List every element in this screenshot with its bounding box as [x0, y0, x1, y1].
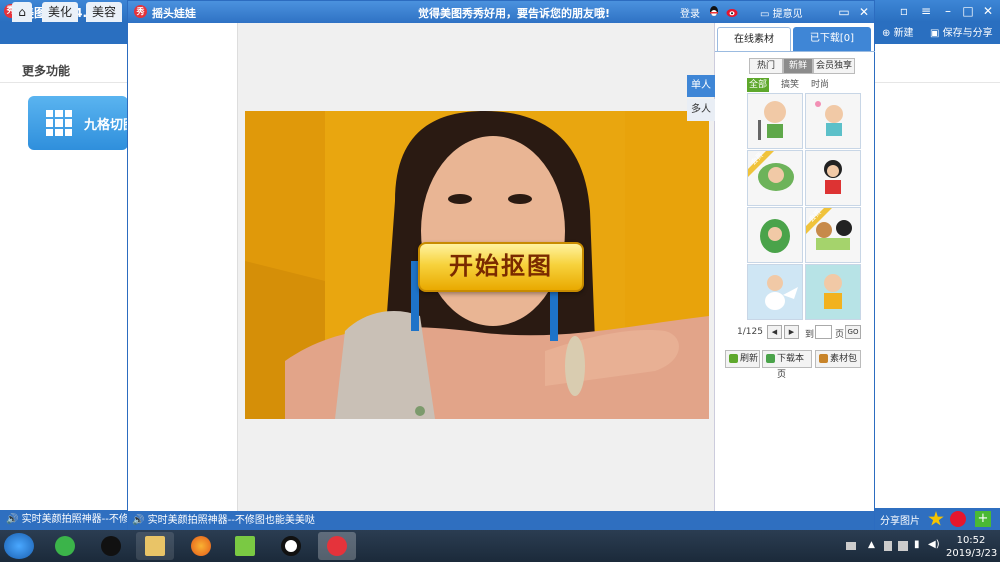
dialog-status-bar: 🔊 实时美颜拍照神器--不修图也能美美哒: [128, 511, 874, 531]
taskbar-app-360[interactable]: [46, 532, 84, 560]
dialog-minimize-icon[interactable]: ▭: [836, 4, 852, 20]
taskbar-app-meitu[interactable]: [318, 532, 356, 560]
minimize-icon[interactable]: –: [940, 3, 956, 19]
material-pack-button[interactable]: 素材包: [815, 350, 861, 368]
refresh-label: 刷新: [740, 354, 759, 364]
flag-icon[interactable]: [884, 541, 892, 551]
page-to-label: 到: [805, 330, 815, 340]
tab-face[interactable]: 美容: [86, 2, 122, 22]
taskbar-app-player[interactable]: [226, 532, 264, 560]
tab-downloaded[interactable]: 已下载[0]: [793, 27, 871, 51]
new-label: 新建: [893, 28, 914, 39]
material-thumb[interactable]: 会员: [805, 207, 861, 263]
folder-icon: [145, 536, 165, 556]
weibo-icon[interactable]: [726, 5, 739, 18]
taskbar-app-qq[interactable]: [92, 532, 130, 560]
network-icon[interactable]: ▮: [914, 539, 920, 550]
share-image-label[interactable]: 分享图片: [880, 512, 920, 527]
meitu-taskbar-icon: [327, 536, 347, 556]
close-icon[interactable]: ✕: [980, 3, 996, 19]
material-panel: 在线素材 已下载[0] 热门 新鲜 会员独享 全部 搞笑 时尚 单人 多人 会员: [687, 23, 875, 511]
subtab-all[interactable]: 全部: [747, 78, 770, 92]
monitor-icon[interactable]: [898, 541, 908, 551]
tab-online-materials[interactable]: 在线素材: [717, 27, 791, 51]
main-status-text: 实时美颜拍照神器--不修图: [21, 514, 130, 525]
material-grid: 会员 会员: [747, 93, 863, 321]
tray-clock[interactable]: 10:52 2019/3/23: [946, 534, 998, 560]
segment-member[interactable]: 会员独享: [813, 58, 855, 74]
material-thumb[interactable]: [805, 93, 861, 149]
dialog-close-icon[interactable]: ✕: [856, 4, 872, 20]
more-features-heading: 更多功能: [22, 64, 71, 78]
subtab-funny[interactable]: 搞笑: [781, 78, 799, 92]
add-icon[interactable]: +: [975, 511, 991, 527]
page-number-input[interactable]: [815, 325, 832, 339]
taskbar-app-firefox[interactable]: [182, 532, 220, 560]
material-thumb[interactable]: [747, 93, 803, 149]
material-pack-label: 素材包: [830, 354, 858, 364]
feedback-label: 提意见: [772, 9, 803, 20]
segment-new[interactable]: 新鲜: [783, 58, 813, 74]
tray-arrow-icon[interactable]: ▲: [868, 540, 875, 550]
material-thumb[interactable]: [805, 150, 861, 206]
dialog-title: 摇头娃娃: [152, 7, 196, 20]
qq-icon[interactable]: [708, 5, 720, 18]
package-icon: [819, 354, 828, 363]
panel-divider: [715, 51, 875, 52]
weibo-icon[interactable]: [950, 511, 966, 527]
material-thumb[interactable]: [747, 207, 803, 263]
shaking-doll-dialog: 秀 摇头娃娃 觉得美图秀秀好用，要告诉您的朋友哦! 登录 ▭ 提意见 ▭ ✕ 开…: [127, 0, 875, 531]
download-icon: [766, 354, 775, 363]
feedback-link[interactable]: ▭ 提意见: [760, 5, 803, 20]
taskbar-app-explorer[interactable]: [136, 532, 174, 560]
menu-icon[interactable]: ≡: [918, 3, 934, 19]
main-status-bar: 🔊 实时美颜拍照神器--不修图: [0, 510, 130, 530]
page-unit-label: 页: [835, 330, 845, 340]
save-share-button[interactable]: ▣ 保存与分享: [930, 24, 993, 39]
dialog-slogan: 觉得美图秀秀好用，要告诉您的朋友哦!: [418, 7, 611, 20]
record-icon: [281, 536, 301, 556]
dialog-left-pane: [128, 23, 238, 511]
volume-icon[interactable]: ◀): [928, 539, 940, 550]
dialog-logo-icon: 秀: [134, 5, 147, 18]
chat-icon[interactable]: ▫: [896, 3, 912, 19]
taskbar-app-recorder[interactable]: [272, 532, 310, 560]
player-icon: [235, 536, 255, 556]
dialog-status-text: 实时美颜拍照神器--不修图也能美美哒: [147, 515, 315, 526]
clock-time: 10:52: [956, 535, 986, 546]
refresh-icon: [729, 354, 738, 363]
new-button[interactable]: ⊕ 新建: [882, 24, 914, 39]
maximize-icon[interactable]: □: [960, 3, 976, 19]
next-page-button[interactable]: ▶: [784, 325, 799, 339]
go-button[interactable]: GO: [845, 325, 861, 339]
side-tab-single[interactable]: 单人: [687, 75, 715, 97]
grid-icon: [46, 110, 72, 136]
start-button[interactable]: [4, 533, 34, 559]
home-tab-icon[interactable]: ⌂: [12, 2, 32, 22]
firefox-icon: [191, 536, 211, 556]
360-icon: [55, 536, 75, 556]
material-thumb[interactable]: [747, 264, 803, 320]
material-thumb[interactable]: 会员: [747, 150, 803, 206]
start-cutout-button[interactable]: 开始抠图: [418, 242, 584, 292]
refresh-button[interactable]: 刷新: [725, 350, 760, 368]
login-link[interactable]: 登录: [680, 5, 700, 20]
download-page-label: 下载本页: [777, 354, 805, 380]
side-tab-multi[interactable]: 多人: [687, 99, 715, 121]
material-thumb[interactable]: [805, 264, 861, 320]
prev-page-button[interactable]: ◀: [767, 325, 782, 339]
save-label: 保存与分享: [942, 28, 993, 39]
page-info: 1/125: [737, 327, 763, 337]
clock-date: 2019/3/23: [946, 548, 998, 559]
tab-beautify[interactable]: 美化: [42, 2, 78, 22]
segment-hot[interactable]: 热门: [749, 58, 783, 74]
download-page-button[interactable]: 下载本页: [762, 350, 812, 380]
qq-taskbar-icon: [101, 536, 121, 556]
keyboard-icon[interactable]: [846, 542, 856, 550]
subtab-fashion[interactable]: 时尚: [811, 78, 829, 92]
